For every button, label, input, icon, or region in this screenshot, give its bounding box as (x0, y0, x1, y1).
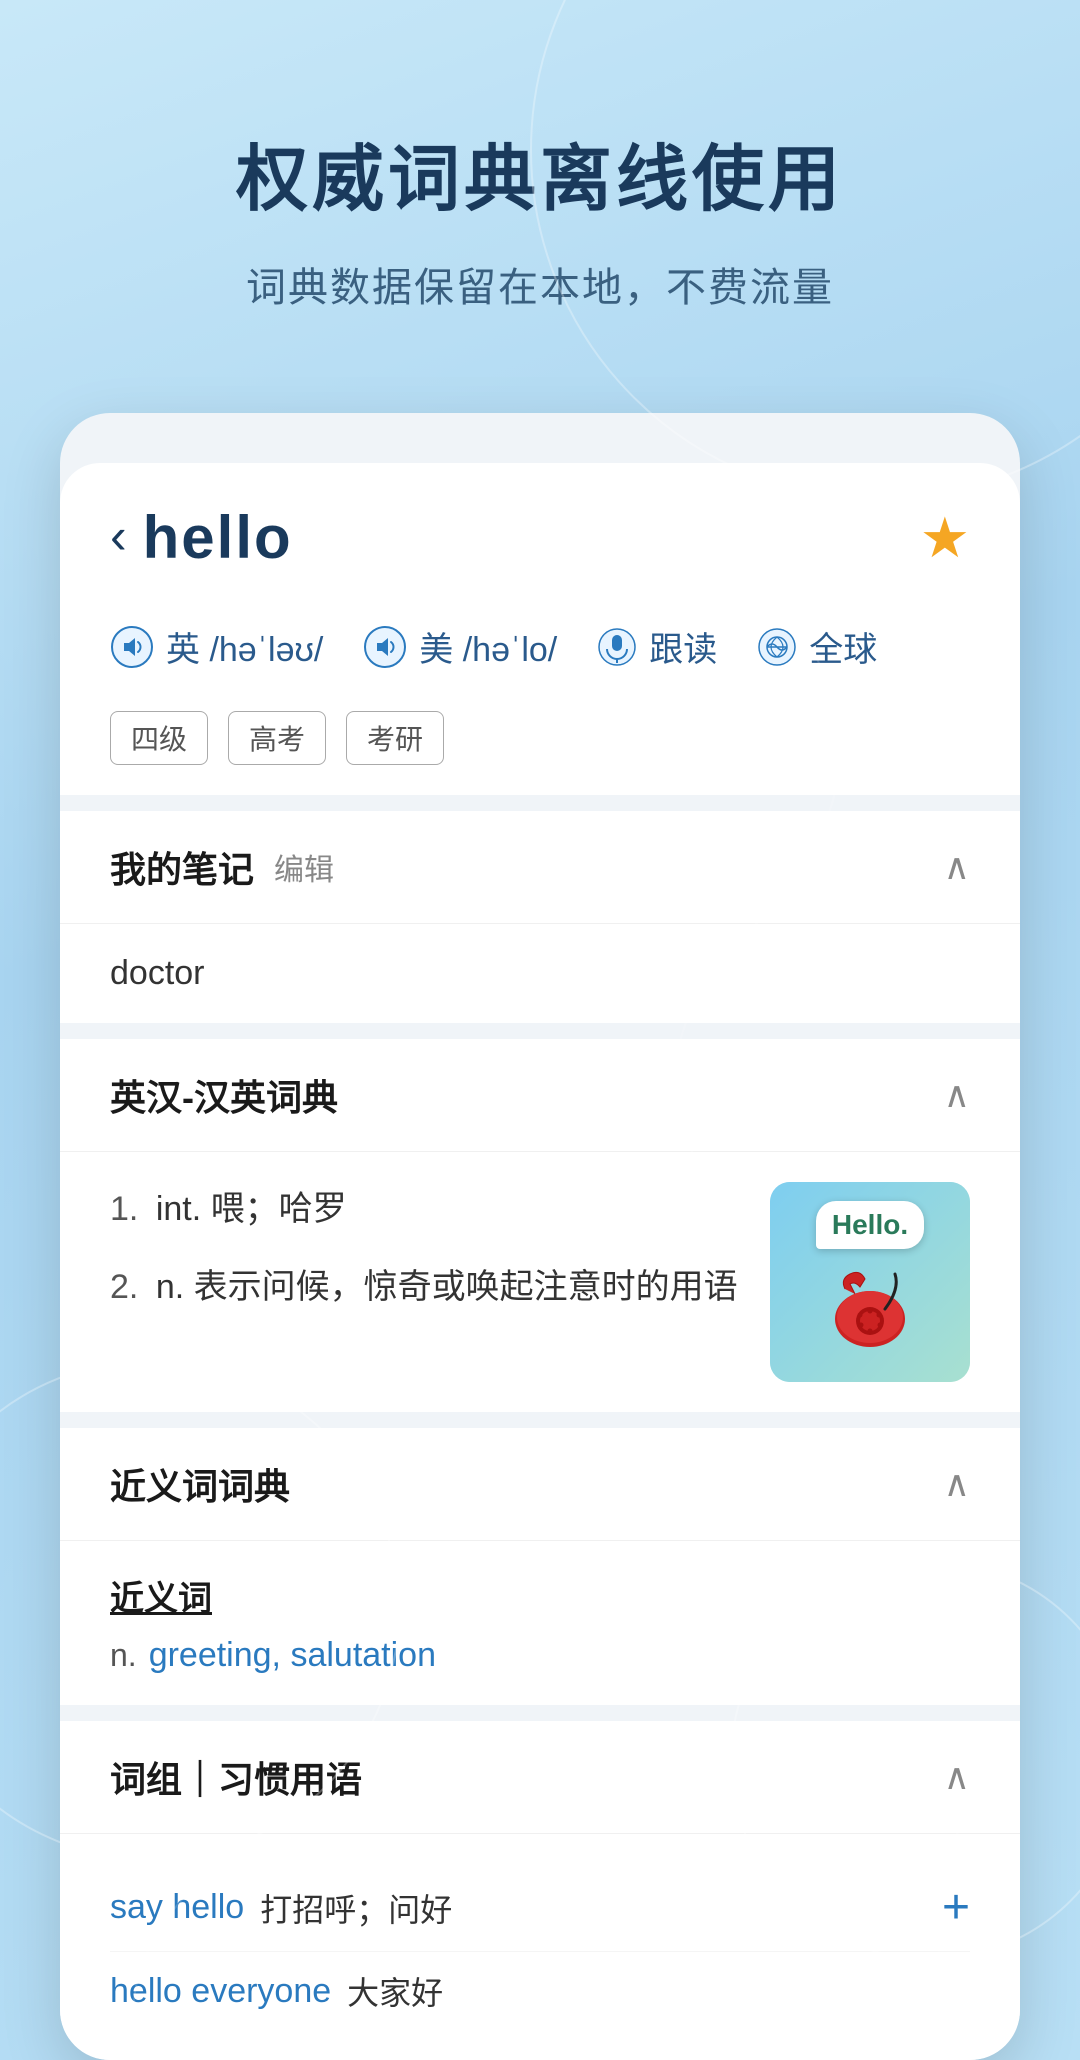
def-text-2: n. 表示问候，惊奇或唤起注意时的用语 (156, 1268, 738, 1306)
en-cn-dict-header: 英汉-汉英词典 ∧ (60, 1039, 1020, 1152)
phrase-item-2: hello everyone 大家好 (110, 1952, 970, 2030)
back-button[interactable]: ‹ (110, 511, 127, 561)
synonyms-header: 近义词词典 ∧ (60, 1428, 1020, 1541)
pron-us-text: 美 /həˈlo/ (419, 622, 557, 671)
telephone-illustration (820, 1259, 920, 1359)
notes-edit-button[interactable]: 编辑 (274, 845, 334, 889)
syn-words[interactable]: greeting, salutation (149, 1636, 436, 1675)
def-num-1: 1. (110, 1190, 138, 1228)
notes-title: 我的笔记 (110, 841, 254, 893)
synonyms-collapse-icon[interactable]: ∧ (944, 1463, 970, 1505)
en-cn-dict-collapse-icon[interactable]: ∧ (944, 1074, 970, 1116)
syn-pos: n. (110, 1637, 137, 1674)
dict-content: 1. int. 喂；哈罗 2. n. 表示问候，惊奇或唤起注意时的用语 Hell… (60, 1152, 1020, 1412)
speaker-uk-icon[interactable] (110, 625, 154, 669)
syn-row: n. greeting, salutation (110, 1636, 970, 1675)
hero-subtitle: 词典数据保留在本地，不费流量 (80, 255, 1000, 313)
phrases-title: 词组｜习惯用语 (110, 1751, 362, 1803)
pron-uk: 英 /həˈləʊ/ (110, 622, 323, 671)
phrase-en-1[interactable]: say hello (110, 1888, 244, 1927)
synonyms-title: 近义词词典 (110, 1458, 290, 1510)
hero-title: 权威词典离线使用 (80, 120, 1000, 225)
dict-def-1: 1. int. 喂；哈罗 (110, 1182, 750, 1236)
tags-row: 四级 高考 考研 (60, 701, 1020, 795)
word-text: hello (143, 503, 293, 572)
notes-title-left: 我的笔记 编辑 (110, 841, 334, 893)
phrase-add-icon-1[interactable]: + (942, 1880, 970, 1935)
tag-kaoyan: 考研 (346, 711, 444, 765)
pron-uk-text: 英 /həˈləʊ/ (166, 622, 323, 671)
phrase-item-1: say hello 打招呼；问好 + (110, 1864, 970, 1952)
word-nav: ‹ hello (110, 503, 293, 572)
hello-bubble-text: Hello. (816, 1201, 924, 1249)
hello-illustration: Hello. (770, 1182, 970, 1382)
dict-def-2: 2. n. 表示问候，惊奇或唤起注意时的用语 (110, 1260, 750, 1314)
en-cn-dict-section: 英汉-汉英词典 ∧ 1. int. 喂；哈罗 2. n. 表示问候，惊奇或唤起注… (60, 1039, 1020, 1412)
phrases-section: 词组｜习惯用语 ∧ say hello 打招呼；问好 + hello every… (60, 1721, 1020, 2060)
synonyms-section: 近义词词典 ∧ 近义词 n. greeting, salutation (60, 1428, 1020, 1705)
mic-icon (597, 627, 637, 667)
phrase-left-2: hello everyone 大家好 (110, 1968, 443, 2014)
follow-read[interactable]: 跟读 (597, 622, 717, 671)
tag-gaokao: 高考 (228, 711, 326, 765)
phrases-content: say hello 打招呼；问好 + hello everyone 大家好 (60, 1834, 1020, 2060)
pronunciation-row: 英 /həˈləʊ/ 美 /həˈlo/ 跟读 (60, 602, 1020, 701)
phrases-header: 词组｜习惯用语 ∧ (60, 1721, 1020, 1834)
phrase-zh-2: 大家好 (347, 1968, 443, 2014)
phrase-zh-1: 打招呼；问好 (260, 1885, 452, 1931)
pron-us: 美 /həˈlo/ (363, 622, 557, 671)
phrase-left-1: say hello 打招呼；问好 (110, 1885, 452, 1931)
bookmark-star-icon[interactable]: ★ (920, 505, 970, 571)
global-feature[interactable]: 全球 (757, 622, 877, 671)
notes-section: 我的笔记 编辑 ∧ doctor (60, 811, 1020, 1023)
def-text-1: int. 喂；哈罗 (156, 1190, 347, 1228)
tag-cet4: 四级 (110, 711, 208, 765)
def-num-2: 2. (110, 1268, 138, 1306)
note-text: doctor (60, 924, 1020, 1023)
notes-collapse-icon[interactable]: ∧ (944, 846, 970, 888)
follow-read-label: 跟读 (649, 622, 717, 671)
notes-header: 我的笔记 编辑 ∧ (60, 811, 1020, 924)
dictionary-card: ‹ hello ★ 英 /həˈləʊ/ 美 /həˈlo/ (60, 413, 1020, 2060)
hero-section: 权威词典离线使用 词典数据保留在本地，不费流量 (0, 0, 1080, 373)
global-icon (757, 627, 797, 667)
phrases-collapse-icon[interactable]: ∧ (944, 1756, 970, 1798)
syn-label: 近义词 (110, 1571, 970, 1620)
phrase-en-2[interactable]: hello everyone (110, 1972, 331, 2011)
en-cn-dict-title: 英汉-汉英词典 (110, 1069, 338, 1121)
dict-definitions: 1. int. 喂；哈罗 2. n. 表示问候，惊奇或唤起注意时的用语 (110, 1182, 770, 1339)
speaker-us-icon[interactable] (363, 625, 407, 669)
word-header: ‹ hello ★ (60, 463, 1020, 602)
synonyms-content: 近义词 n. greeting, salutation (60, 1541, 1020, 1705)
global-label: 全球 (809, 622, 877, 671)
